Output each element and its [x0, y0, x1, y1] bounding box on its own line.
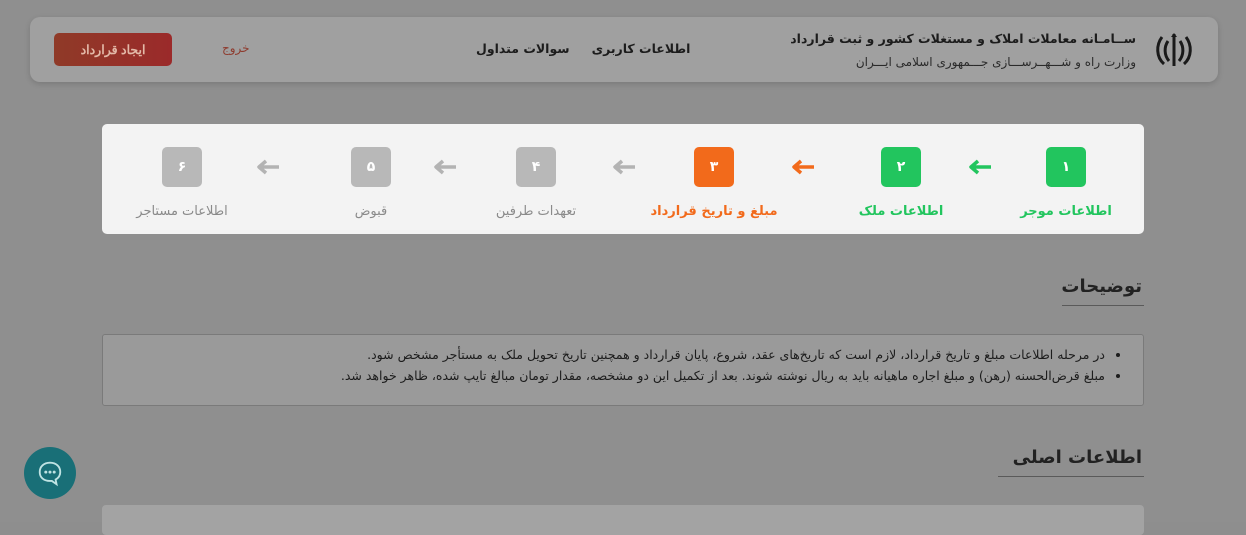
arrow-left-icon [432, 157, 458, 177]
chat-button[interactable] [24, 447, 76, 499]
step-6-label: اطلاعات مستاجر [130, 204, 234, 219]
step-3[interactable]: ۳ مبلغ و تاریخ قرارداد [644, 147, 784, 219]
ministry-subtitle: وزارت راه و شـــهــرســـازی جـــمهوری اس… [790, 55, 1136, 69]
site-titles: ســامـانه معاملات املاک و مستغلات کشور و… [790, 31, 1136, 69]
header-nav: اطلاعات کاربری سوالات متداول [476, 41, 690, 56]
step-4-number: ۴ [516, 147, 556, 187]
nav-faq[interactable]: سوالات متداول [476, 41, 570, 56]
step-1[interactable]: ۱ اطلاعات موجر [1016, 147, 1116, 219]
step-1-label: اطلاعات موجر [1016, 204, 1116, 219]
step-3-label: مبلغ و تاریخ قرارداد [644, 204, 784, 219]
step-2-number: ۲ [881, 147, 921, 187]
iran-emblem-icon [1154, 31, 1194, 69]
step-3-number: ۳ [694, 147, 734, 187]
step-4-label: تعهدات طرفین [486, 204, 586, 219]
step-5-number: ۵ [351, 147, 391, 187]
chat-bubble-icon [36, 459, 64, 487]
arrow-left-icon [967, 157, 993, 177]
step-2-label: اطلاعات ملک [851, 204, 951, 219]
step-4[interactable]: ۴ تعهدات طرفین [486, 147, 586, 219]
description-item-1: در مرحله اطلاعات مبلغ و تاریخ قرارداد، ل… [103, 347, 1105, 362]
top-header: ســامـانه معاملات املاک و مستغلات کشور و… [30, 17, 1218, 82]
site-title: ســامـانه معاملات املاک و مستغلات کشور و… [790, 31, 1136, 46]
step-5-label: قبوض [331, 204, 411, 219]
contract-stepper: ۱ اطلاعات موجر ۲ اطلاعات ملک ۳ مبلغ و تا… [102, 124, 1144, 234]
logout-link[interactable]: خروج [222, 41, 250, 55]
main-info-title: اطلاعات اصلی [998, 447, 1144, 477]
step-6-number: ۶ [162, 147, 202, 187]
step-5[interactable]: ۵ قبوض [331, 147, 411, 219]
description-box: در مرحله اطلاعات مبلغ و تاریخ قرارداد، ل… [102, 334, 1144, 406]
step-1-number: ۱ [1046, 147, 1086, 187]
create-contract-button[interactable]: ایجاد قرارداد [54, 33, 172, 66]
arrow-left-icon [611, 157, 637, 177]
nav-user-info[interactable]: اطلاعات کاربری [592, 41, 691, 56]
arrow-left-icon [255, 157, 281, 177]
arrow-left-icon [790, 157, 816, 177]
step-2[interactable]: ۲ اطلاعات ملک [851, 147, 951, 219]
main-info-box [102, 505, 1144, 535]
step-6[interactable]: ۶ اطلاعات مستاجر [130, 147, 234, 219]
description-item-2: مبلغ قرض‌الحسنه (رهن) و مبلغ اجاره ماهیا… [103, 368, 1105, 383]
description-title: توضیحات [1062, 276, 1144, 306]
